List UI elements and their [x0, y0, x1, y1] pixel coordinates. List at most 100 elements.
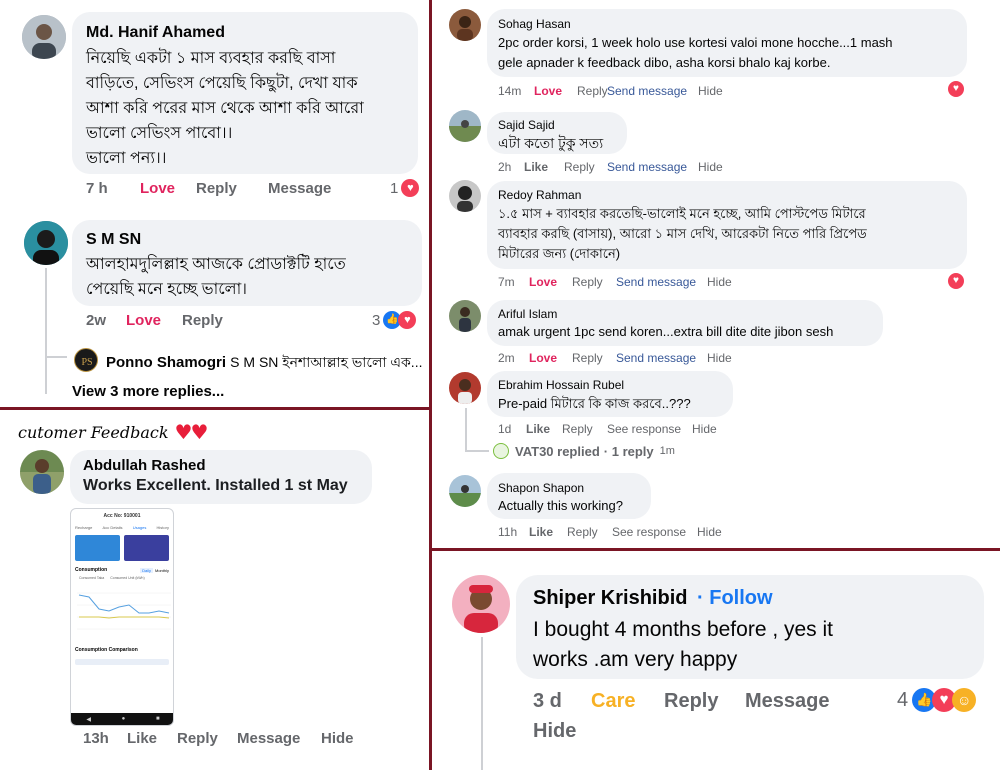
vat30-logo-icon [493, 443, 509, 459]
commenter-name[interactable]: Sohag Hasan [498, 17, 571, 31]
avatar-redoy[interactable] [449, 180, 481, 212]
like-button[interactable]: Like [526, 422, 562, 436]
timestamp[interactable]: 13h [83, 730, 127, 747]
tab-acc-details[interactable]: Acc Details [103, 523, 123, 533]
avatar-shiper[interactable] [452, 575, 510, 633]
avatar-ariful[interactable] [449, 300, 481, 332]
recent-apps-icon[interactable]: ■ [156, 716, 160, 722]
hide-button[interactable]: Hide [533, 720, 576, 743]
love-button[interactable]: Love [529, 351, 572, 365]
back-icon[interactable]: ◀ [86, 716, 91, 723]
avatar-ebrahim[interactable] [449, 372, 481, 404]
reply-preview[interactable]: Ponno Shamogri S M SN ইনশাআল্লাহ ভালো এক… [106, 351, 422, 375]
reply-button[interactable]: Reply [572, 351, 616, 365]
send-message-button[interactable]: Send message [616, 351, 707, 365]
avatar-smsn[interactable] [24, 221, 68, 265]
timestamp[interactable]: 2w [86, 312, 126, 329]
timestamp[interactable]: 7m [498, 275, 529, 289]
reply-button[interactable]: Reply [562, 422, 607, 436]
reaction-summary[interactable]: ♥ [948, 273, 964, 289]
comparison-bar [75, 659, 169, 665]
avatar-hanif[interactable] [22, 15, 66, 59]
hide-button[interactable]: Hide [707, 275, 732, 289]
hide-button[interactable]: Hide [321, 730, 354, 747]
care-button[interactable]: Care [591, 690, 664, 713]
daily-toggle[interactable]: Daily [140, 567, 153, 573]
timestamp[interactable]: 2h [498, 160, 524, 174]
love-button[interactable]: Love [126, 312, 182, 329]
see-response-button[interactable]: See response [612, 525, 697, 539]
love-button[interactable]: Love [529, 275, 572, 289]
send-message-button[interactable]: Send message [616, 275, 707, 289]
commenter-name[interactable]: Redoy Rahman [498, 188, 581, 202]
comment-text: ১.৫ মাস + ব্যাবহার করতেছি-ভালোই মনে হচ্ছ… [498, 206, 867, 261]
commenter-name[interactable]: Shiper Krishibid [533, 587, 687, 609]
send-message-button[interactable]: Send message [607, 160, 698, 174]
reply-button[interactable]: Reply [572, 275, 616, 289]
commenter-name[interactable]: Sajid Sajid [498, 118, 555, 132]
attached-screenshot[interactable]: Acc No: 910001 Recharge Acc Details Usag… [70, 508, 174, 726]
follow-button[interactable]: · Follow [697, 587, 773, 609]
timestamp[interactable]: 11h [498, 525, 529, 539]
reply-button[interactable]: Reply [564, 160, 607, 174]
like-button[interactable]: Like [127, 730, 177, 747]
commenter-name[interactable]: Md. Hanif Ahamed [86, 24, 225, 42]
phone-nav-bar: ◀ ● ■ [71, 713, 173, 725]
replied-count[interactable]: · 1 reply [604, 444, 654, 459]
reply-button[interactable]: Reply [577, 84, 608, 98]
hide-button[interactable]: Hide [698, 84, 723, 98]
message-button[interactable]: Message [237, 730, 321, 747]
see-response-button[interactable]: See response [607, 422, 692, 436]
avatar-ponno[interactable]: PS [74, 348, 98, 372]
reply-button[interactable]: Reply [567, 525, 612, 539]
avatar-abdullah[interactable] [20, 450, 64, 494]
hide-button[interactable]: Hide [697, 525, 722, 539]
timestamp[interactable]: 2m [498, 351, 529, 365]
commenter-name[interactable]: Ebrahim Hossain Rubel [498, 378, 624, 392]
love-button[interactable]: Love [140, 180, 196, 197]
commenter-name[interactable]: Abdullah Rashed [83, 457, 206, 474]
commenter-name[interactable]: S M SN [86, 231, 141, 249]
consumption-header: Consumption Daily Monthly [71, 563, 173, 573]
heart-emoji-icon: ♥♥ [174, 420, 209, 444]
reply-button[interactable]: Reply [177, 730, 237, 747]
tab-history[interactable]: History [157, 523, 169, 533]
reply-button[interactable]: Reply [182, 312, 223, 329]
reply-button[interactable]: Reply [664, 690, 745, 713]
reaction-summary[interactable]: ♥ [948, 81, 964, 97]
comment-bubble-smsn: S M SN আলহামদুলিল্লাহ আজকে প্রোডাক্টটি হ… [72, 220, 422, 306]
home-icon[interactable]: ● [122, 716, 126, 722]
avatar-sajid[interactable] [449, 110, 481, 142]
commenter-name[interactable]: Shapon Shapon [498, 481, 584, 495]
reaction-count: 4 [897, 688, 909, 711]
tab-usages[interactable]: Usages [133, 523, 147, 533]
comment-bubble-abdullah: Abdullah Rashed Works Excellent. Install… [70, 450, 372, 504]
reaction-summary[interactable]: 4 👍 ♥ ☺ [897, 688, 977, 712]
hide-button[interactable]: Hide [698, 160, 723, 174]
hide-button[interactable]: Hide [707, 351, 732, 365]
reaction-summary[interactable]: 1 ♥ [390, 179, 420, 197]
avatar-sohag[interactable] [449, 9, 481, 41]
message-button[interactable]: Message [268, 180, 331, 197]
message-button[interactable]: Message [745, 690, 830, 713]
replied-row[interactable]: VAT30 replied · 1 reply 1m [493, 443, 675, 459]
love-button[interactable]: Love [534, 84, 577, 98]
send-message-button[interactable]: Send message [607, 84, 698, 98]
comment-actions: 2w Love Reply [86, 312, 223, 329]
replied-author[interactable]: VAT30 replied [515, 444, 600, 459]
reply-author[interactable]: Ponno Shamogri [106, 354, 226, 371]
hide-button[interactable]: Hide [692, 422, 717, 436]
timestamp[interactable]: 7 h [86, 180, 140, 197]
timestamp[interactable]: 3 d [533, 690, 591, 713]
avatar-shapon[interactable] [449, 475, 481, 507]
monthly-toggle[interactable]: Monthly [155, 568, 169, 573]
like-button[interactable]: Like [529, 525, 567, 539]
view-more-replies[interactable]: View 3 more replies... [72, 383, 224, 400]
reply-button[interactable]: Reply [196, 180, 268, 197]
tab-recharge[interactable]: Recharge [75, 523, 92, 533]
timestamp[interactable]: 1d [498, 422, 526, 436]
commenter-name[interactable]: Ariful Islam [498, 307, 557, 321]
timestamp[interactable]: 14m [498, 84, 534, 98]
like-button[interactable]: Like [524, 160, 564, 174]
reaction-summary[interactable]: 3 👍 ♥ [372, 311, 417, 329]
